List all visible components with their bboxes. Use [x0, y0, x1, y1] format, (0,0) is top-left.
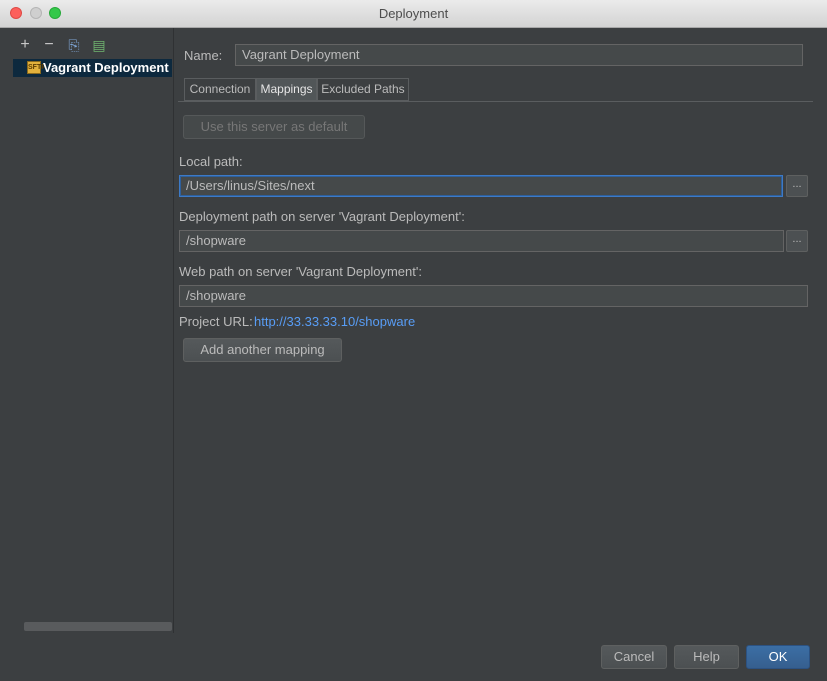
tab-mappings[interactable]: Mappings: [256, 78, 317, 101]
use-as-default-button[interactable]: Use this server as default: [183, 115, 365, 139]
title-bar: Deployment: [0, 0, 827, 28]
horizontal-scrollbar[interactable]: [24, 622, 172, 631]
tab-divider: [178, 101, 813, 102]
tree-item-label: Vagrant Deployment: [43, 60, 169, 75]
cancel-button[interactable]: Cancel: [601, 645, 667, 669]
server-icon: SFTP: [27, 61, 46, 74]
name-label: Name:: [184, 48, 223, 63]
server-list-pane: + − ⎘ ▤ SFTP Vagrant Deployment: [0, 28, 174, 633]
deployment-path-input[interactable]: /shopware: [179, 230, 784, 252]
add-server-icon[interactable]: +: [18, 37, 32, 53]
project-url-label: Project URL:: [179, 314, 253, 329]
remove-server-icon[interactable]: −: [42, 37, 56, 53]
deployment-path-label: Deployment path on server 'Vagrant Deplo…: [179, 209, 465, 224]
local-path-input[interactable]: /Users/linus/Sites/next: [179, 175, 783, 197]
web-path-input[interactable]: /shopware: [179, 285, 808, 307]
local-path-browse-button[interactable]: ...: [786, 175, 808, 197]
tab-connection[interactable]: Connection: [184, 78, 256, 101]
name-field[interactable]: Vagrant Deployment: [235, 44, 803, 66]
copy-server-icon[interactable]: ⎘: [67, 37, 81, 53]
tree-item-vagrant-deployment[interactable]: SFTP Vagrant Deployment: [13, 59, 172, 77]
ok-button[interactable]: OK: [746, 645, 810, 669]
deployment-path-browse-button[interactable]: ...: [786, 230, 808, 252]
web-path-label: Web path on server 'Vagrant Deployment':: [179, 264, 422, 279]
add-another-mapping-button[interactable]: Add another mapping: [183, 338, 342, 362]
export-server-icon[interactable]: ▤: [92, 37, 106, 53]
help-button[interactable]: Help: [674, 645, 739, 669]
window-title: Deployment: [378, 6, 449, 21]
project-url-link[interactable]: http://33.33.33.10/shopware: [254, 314, 415, 329]
local-path-label: Local path:: [179, 154, 243, 169]
tab-excluded-paths[interactable]: Excluded Paths: [317, 78, 409, 101]
